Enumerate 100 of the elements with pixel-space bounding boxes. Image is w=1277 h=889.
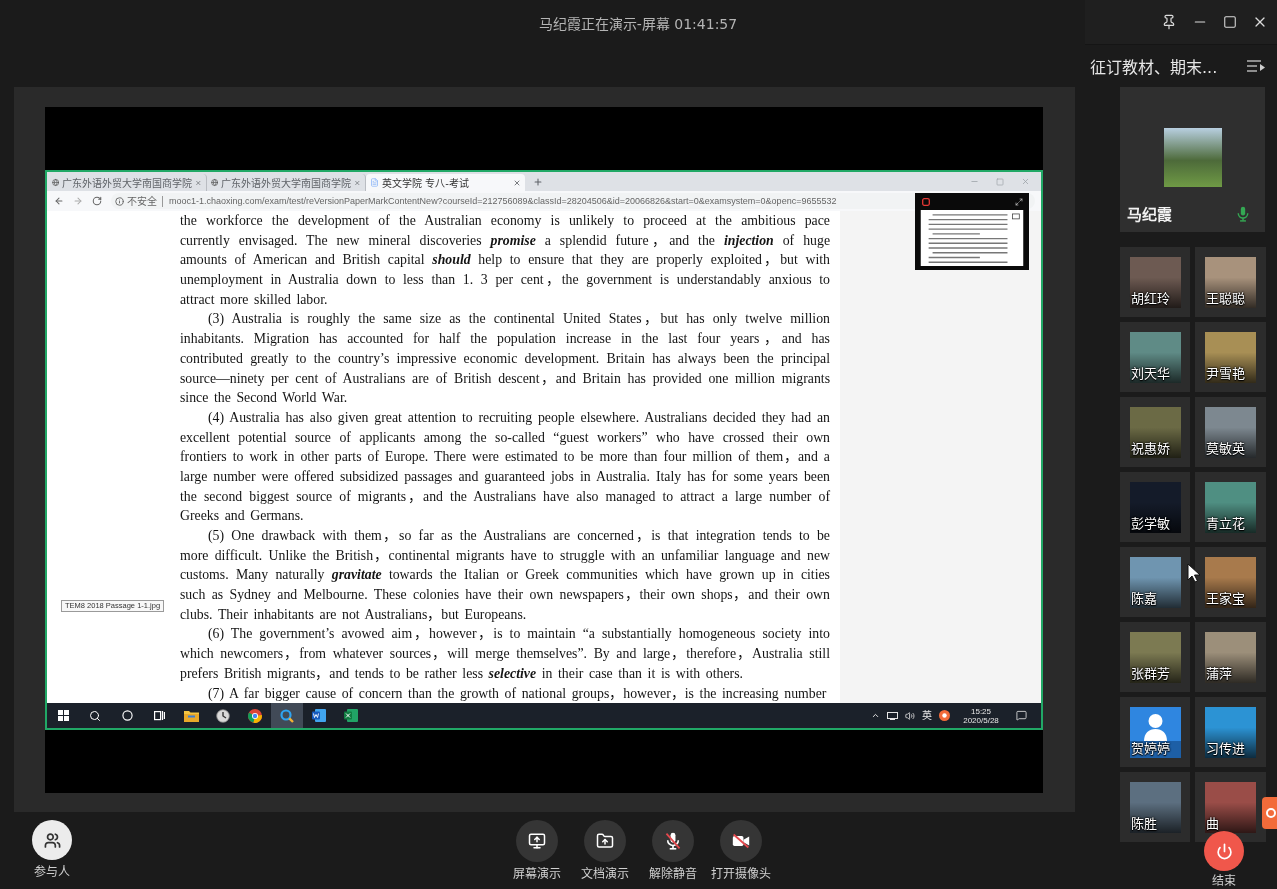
participant-tile[interactable]: 祝惠娇 [1120, 397, 1190, 467]
participant-tile[interactable]: 陈嘉 [1120, 547, 1190, 617]
participant-name: 尹雪艳 [1206, 366, 1245, 381]
screen-share-button[interactable] [516, 820, 558, 862]
action-label[interactable]: 文档演示 [581, 867, 629, 881]
participant-name: 王聪聪 [1206, 291, 1245, 306]
window-title: 马纪霞正在演示-屏幕 01:41:57 [538, 14, 738, 33]
participant-tile[interactable]: 习传进 [1195, 697, 1266, 767]
document-share-button[interactable] [584, 820, 626, 862]
expand-icon[interactable] [1015, 197, 1023, 206]
document-app-icon[interactable] [312, 709, 326, 722]
participant-tile[interactable]: 尹雪艳 [1195, 322, 1266, 392]
globe-icon [211, 178, 219, 187]
meeting-title: 征订教材、期末... [1090, 57, 1219, 78]
participant-tile[interactable]: 刘天华 [1120, 322, 1190, 392]
people-icon [43, 831, 61, 849]
info-icon[interactable] [115, 196, 124, 206]
participant-name: 习传进 [1206, 741, 1245, 756]
photo-placeholder [1130, 482, 1181, 533]
participant-name: 祝惠娇 [1131, 441, 1170, 456]
participant-tile[interactable]: 蒲萍 [1195, 622, 1266, 692]
end-label[interactable]: 结束 [1212, 874, 1236, 888]
participant-name: 陈胜 [1131, 816, 1157, 831]
input-method-icon[interactable] [1262, 797, 1277, 829]
globe-icon [52, 178, 60, 187]
clock-icon[interactable] [216, 708, 230, 723]
input-language-indicator[interactable]: 英 [922, 709, 932, 722]
preview-window[interactable] [915, 193, 1029, 270]
browser-tab[interactable]: 英文学院 专八-考试 [366, 174, 525, 191]
participant-name: 胡红玲 [1131, 291, 1170, 306]
participant-name: 王家宝 [1206, 591, 1245, 606]
participant-name: 刘天华 [1131, 366, 1170, 381]
ring-icon[interactable] [121, 710, 133, 721]
participant-name: 青立花 [1206, 516, 1245, 531]
passage-paragraph: (7) A far bigger cause of concern than the growth of national groups，however，is the increasing number [207, 684, 828, 703]
photo-placeholder [1130, 407, 1181, 458]
participant-tile[interactable]: 彭学敏 [1120, 472, 1190, 542]
participant-name: 莫敏英 [1206, 441, 1245, 456]
pin-icon[interactable] [1161, 14, 1177, 30]
screen-share-icon [528, 832, 546, 850]
photo-placeholder [1205, 482, 1256, 533]
spreadsheet-app-icon[interactable] [344, 709, 358, 722]
presenter-tile[interactable]: 马纪霞 [1120, 87, 1265, 232]
photo-placeholder [1205, 782, 1256, 833]
photo-placeholder [1130, 782, 1181, 833]
participant-tile[interactable]: 王聪聪 [1195, 247, 1266, 317]
participant-tile[interactable]: 王家宝 [1195, 547, 1266, 617]
mic-button[interactable] [652, 820, 694, 862]
camera-button[interactable] [720, 820, 762, 862]
participant-tile[interactable]: 张群芳 [1120, 622, 1190, 692]
folder-upload-icon [596, 832, 614, 850]
action-label[interactable]: 屏幕演示 [513, 867, 561, 881]
magnifier-icon[interactable] [280, 708, 294, 723]
windows-logo-icon[interactable] [57, 710, 69, 721]
photo-placeholder [1130, 557, 1181, 608]
passage-paragraph: the workforce the development of the Australian economy is unlikely to proceed at the ambitious pace currently envisaged. The new mineral discoveries promise a splendid future，and the injection of huge amounts of American and British capital should help to ensure that they are properly exploited，but with unemployment in Australia down to less than 1. 3 per cent，the government is understandably anxious to attract more skilled labor. [180, 212, 830, 309]
taskbar-date: 2020/5/28 [963, 715, 999, 725]
photo-placeholder [1130, 632, 1181, 683]
browser-logo-icon[interactable] [248, 708, 262, 723]
security-label: 不安全 [127, 195, 163, 207]
volume-icon[interactable] [905, 710, 915, 721]
participant-tile[interactable]: 胡红玲 [1120, 247, 1190, 317]
photo-placeholder [1205, 632, 1256, 683]
participant-tile[interactable]: 贺婷婷 [1120, 697, 1190, 767]
passage-paragraph: (3) Australia is roughly the same size as the continental United States，but has only twelve million inhabitants. Migration has accounted for half the population increase in the last four years，and has contributed greatly to the country’s impressive economic development. Britain has always been the principal source—ninety per cent of Australians are of British descent，and Britain has provided one million migrants since the Second World War. [180, 310, 830, 408]
new-tab-icon[interactable] [533, 177, 543, 187]
search-icon[interactable] [89, 709, 101, 722]
participants-label[interactable]: 参与人 [34, 865, 70, 879]
photo-placeholder [1163, 128, 1222, 187]
end-call-button[interactable] [1204, 831, 1244, 871]
photo-placeholder [1205, 257, 1256, 308]
notification-icon[interactable] [1016, 710, 1027, 721]
participant-tile[interactable]: 曲 [1195, 772, 1266, 842]
chevron-up-icon[interactable] [871, 711, 880, 720]
participant-tile[interactable]: 青立花 [1195, 472, 1266, 542]
passage-paragraph: (6) The government’s avowed aim，however，is to maintain “a substantially homogeneous society into which newcomers，from whatever sources，will merge themselves”. By and large，therefore，Australia still prefers British migrants，and tends to be rather less selective in their case than it is with others. [180, 625, 830, 683]
photo-placeholder [1205, 332, 1256, 383]
participant-tile[interactable]: 莫敏英 [1195, 397, 1266, 467]
photo-placeholder [1130, 332, 1181, 383]
participants-button[interactable] [32, 820, 72, 860]
avatar-silhouette-icon [1130, 707, 1181, 758]
participant-name: 张群芳 [1131, 666, 1170, 681]
passage-paragraph: (4) Australia has also given great attention to recruiting people elsewhere. Australians decided they had an excellent potential source of applicants among the so-called “guest workers” who have crossed their own frontiers to work in other parts of Europe. There were estimated to be more than four million of them，and a large number were offered subsidized passages and guaranteed jobs in Australia. Italy has for some years been the second biggest source of migrants，and the Australians have also managed to attract a large number of Greeks and Germans. [180, 408, 830, 526]
folder-icon[interactable] [183, 709, 199, 722]
input-method-tray-icon[interactable] [939, 710, 950, 721]
task-view-icon[interactable] [153, 710, 165, 721]
action-label[interactable]: 打开摄像头 [711, 867, 771, 881]
passage-paragraph: (5) One drawback with them，so far as the Australians are concerned，is that integration tends to be more difficult. Unlike the British，continental migrants have to struggle with an unfamiliar language and new customs. Many naturally gravitate towards the Italian or Greek communities which have grown up in cities such as Sydney and Melbourne. These colonies have their own newspapers，their own shops，and their own clubs. Their inhabitants are not Australians，but Europeans. [180, 527, 830, 624]
back-icon[interactable] [54, 196, 64, 206]
list-icon[interactable] [1247, 60, 1265, 72]
presenter-name: 马纪霞 [1127, 205, 1172, 224]
participant-name: 曲 [1206, 816, 1219, 831]
photo-placeholder [1205, 557, 1256, 608]
reload-icon[interactable] [92, 196, 102, 206]
participant-tile[interactable]: 陈胜 [1120, 772, 1190, 842]
participant-name: 彭学敏 [1131, 516, 1170, 531]
stop-icon[interactable] [922, 197, 930, 206]
network-icon[interactable] [887, 711, 898, 720]
photo-placeholder [1130, 257, 1181, 308]
action-label[interactable]: 解除静音 [649, 867, 697, 881]
